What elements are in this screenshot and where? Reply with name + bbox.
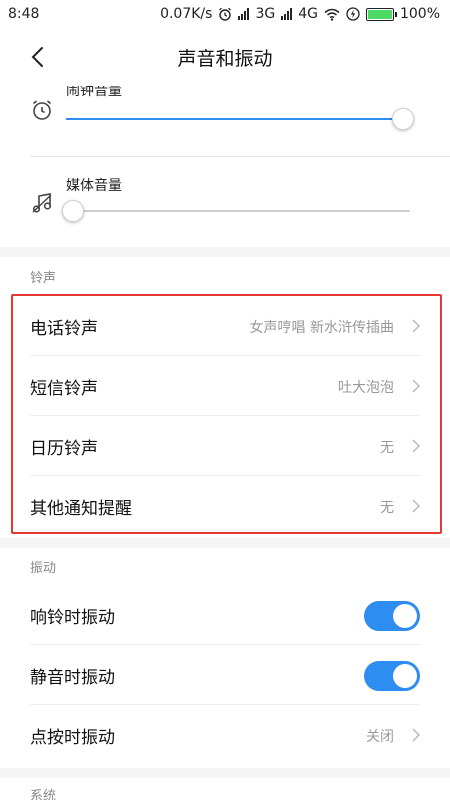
- battery-level: 100%: [399, 6, 440, 22]
- wifi-icon: [324, 8, 340, 21]
- slider-fill: [66, 118, 404, 120]
- media-volume-row: 媒体音量: [0, 157, 450, 247]
- vibrate-on-silent-toggle[interactable]: [364, 661, 420, 691]
- toggle-knob: [393, 604, 417, 628]
- slider-thumb[interactable]: [61, 200, 84, 222]
- vibrate-on-ring-toggle[interactable]: [364, 601, 420, 631]
- vibrate-on-touch-row[interactable]: 点按时振动 关闭: [0, 705, 450, 765]
- page-title: 声音和振动: [177, 47, 273, 70]
- section-gap: [0, 247, 450, 257]
- signal-icon-1: [238, 8, 250, 20]
- alarm-volume-row: 闹钟音量: [0, 86, 450, 156]
- status-time: 8:48: [8, 6, 40, 22]
- row-value: 无: [380, 500, 394, 516]
- alarm-volume-label: 闹钟音量: [66, 86, 122, 99]
- vibrate-on-silent-row: 静音时振动: [0, 645, 450, 705]
- chevron-right-icon: [412, 319, 421, 333]
- row-title: 电话铃声: [30, 319, 98, 339]
- calendar-ringtone-row[interactable]: 日历铃声 无: [0, 416, 450, 476]
- charging-icon: [346, 7, 360, 21]
- system-section-label: 系统: [30, 789, 57, 800]
- alarm-clock-icon: [32, 100, 52, 120]
- slider-thumb[interactable]: [392, 108, 415, 130]
- network-speed: 0.07K/s: [160, 6, 213, 22]
- row-title: 响铃时振动: [30, 608, 115, 628]
- music-note-icon: [32, 193, 52, 213]
- alarm-volume-slider[interactable]: [66, 108, 415, 130]
- status-bar: 8:48 0.07K/s 3G 4G 100%: [0, 0, 450, 28]
- row-title: 短信铃声: [30, 379, 98, 399]
- vibration-section-label: 振动: [30, 561, 57, 576]
- sms-ringtone-row[interactable]: 短信铃声 吐大泡泡: [0, 356, 450, 416]
- media-volume-slider[interactable]: [61, 200, 410, 222]
- network-type-2: 4G: [298, 6, 318, 22]
- status-icons: 0.07K/s 3G 4G 100%: [160, 6, 440, 22]
- phone-ringtone-row[interactable]: 电话铃声 女声哼唱 新水浒传插曲: [0, 296, 450, 356]
- row-value: 女声哼唱 新水浒传插曲: [249, 320, 394, 336]
- chevron-right-icon: [412, 499, 421, 513]
- row-title: 静音时振动: [30, 668, 115, 688]
- row-value: 吐大泡泡: [338, 380, 394, 396]
- row-title: 其他通知提醒: [30, 499, 132, 519]
- toggle-knob: [393, 664, 417, 688]
- slider-track: [66, 210, 410, 212]
- battery-icon: [365, 7, 397, 21]
- back-button[interactable]: [22, 42, 52, 72]
- chevron-right-icon: [412, 728, 421, 742]
- other-notification-row[interactable]: 其他通知提醒 无: [0, 476, 450, 536]
- media-volume-label: 媒体音量: [66, 178, 122, 194]
- alarm-status-icon: [219, 7, 232, 21]
- vibrate-on-ring-row: 响铃时振动: [0, 585, 450, 645]
- row-value: 关闭: [366, 729, 394, 745]
- chevron-right-icon: [412, 379, 421, 393]
- row-title: 点按时振动: [30, 728, 115, 748]
- signal-icon-2: [281, 8, 293, 20]
- header: 声音和振动: [0, 28, 450, 86]
- chevron-right-icon: [412, 439, 421, 453]
- network-type-1: 3G: [255, 6, 276, 22]
- ringtone-section-label: 铃声: [30, 271, 57, 286]
- row-title: 日历铃声: [30, 439, 98, 459]
- section-gap: [0, 768, 450, 778]
- section-gap: [0, 538, 450, 548]
- row-value: 无: [380, 440, 394, 456]
- chevron-left-icon: [31, 47, 43, 67]
